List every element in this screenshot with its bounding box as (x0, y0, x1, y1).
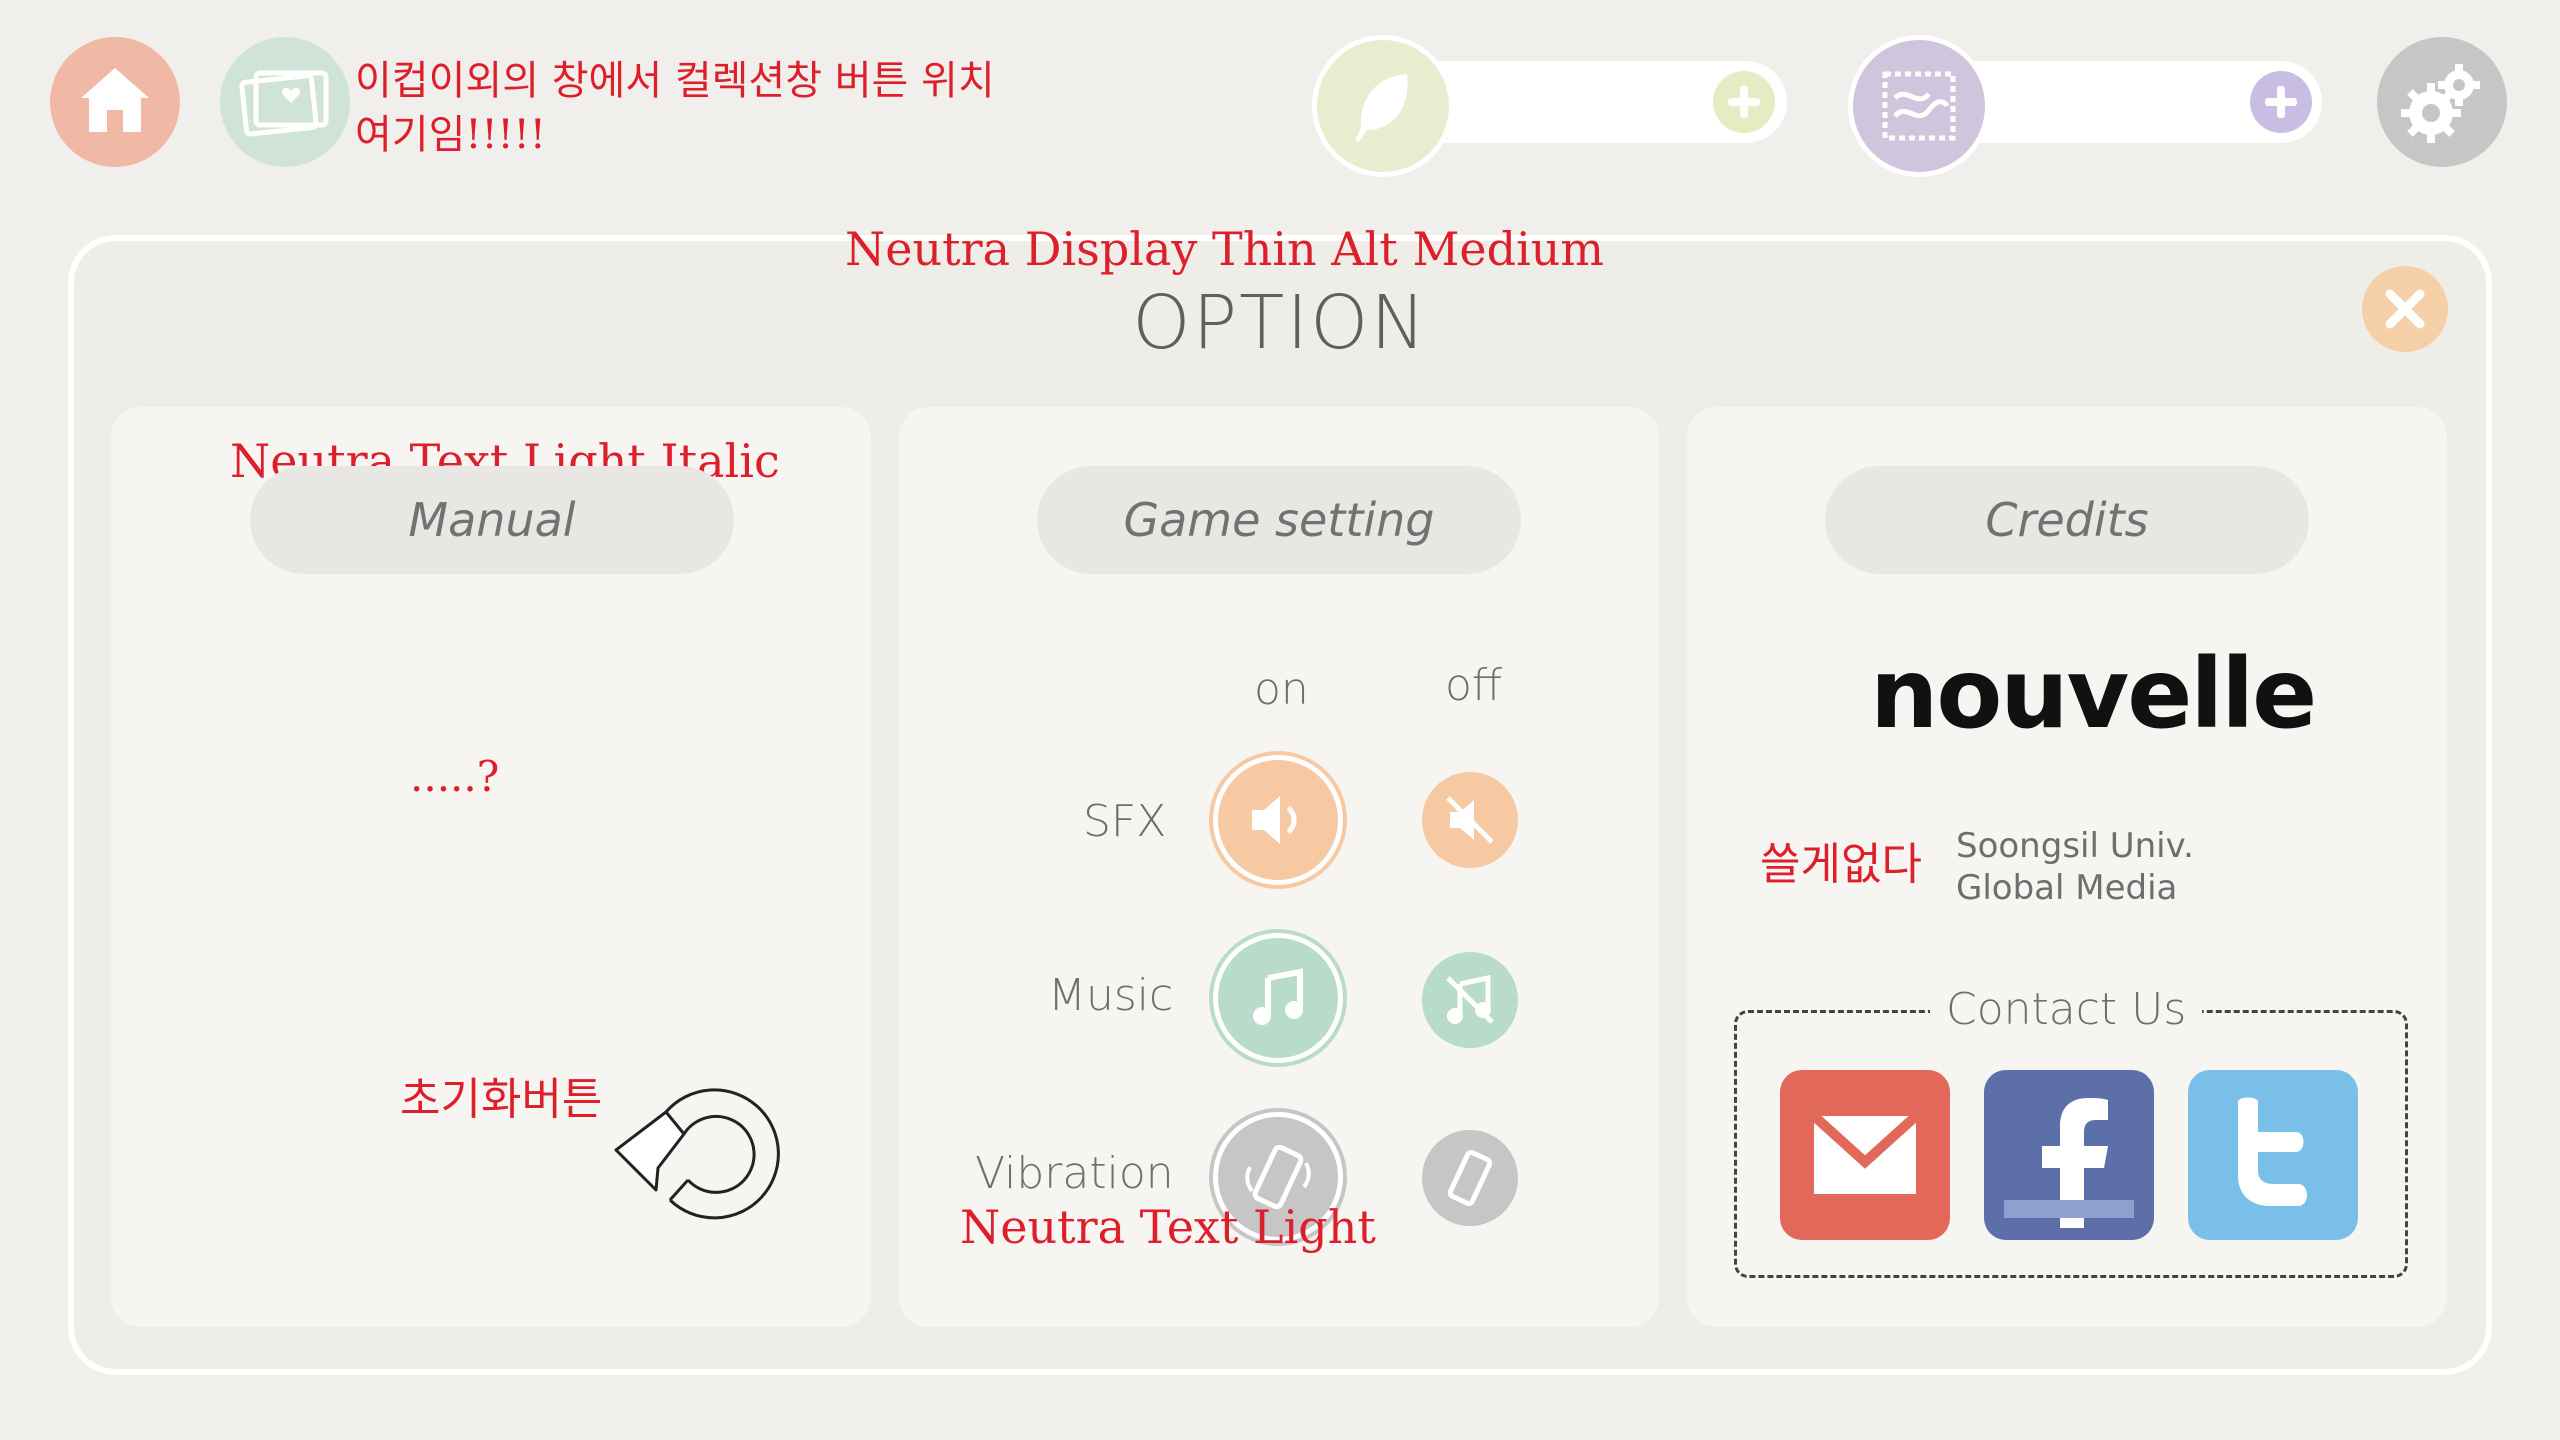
home-icon (81, 68, 149, 132)
credits-note: 쓸게없다 (1760, 839, 1922, 890)
facebook-icon (2004, 1098, 2134, 1228)
gear-icon (2401, 64, 2480, 143)
email-button[interactable] (1780, 1070, 1950, 1240)
mute-icon (1446, 796, 1494, 844)
close-button[interactable] (2362, 266, 2448, 352)
credits-button[interactable]: Credits (1825, 466, 2309, 574)
manual-button[interactable]: Manual (250, 466, 734, 574)
feather-currency-badge (1312, 35, 1454, 177)
plus-icon (1728, 86, 1760, 118)
contact-us-label: Contact Us (1930, 984, 2203, 1035)
collection-button[interactable] (220, 37, 350, 167)
game-setting-button[interactable]: Game setting (1037, 466, 1521, 574)
photo-album-icon (239, 70, 329, 137)
sfx-label: SFX (1083, 796, 1167, 847)
off-column-label: off (1445, 660, 1503, 711)
vibration-off-toggle[interactable] (1422, 1130, 1518, 1226)
add-feather-button[interactable] (1713, 71, 1775, 133)
sfx-off-toggle[interactable] (1422, 772, 1518, 868)
twitter-button[interactable] (2188, 1070, 2358, 1240)
close-icon (2385, 289, 2425, 329)
music-note-icon (1253, 968, 1303, 1025)
plus-icon (2265, 86, 2297, 118)
facebook-button[interactable] (1984, 1070, 2154, 1240)
music-off-toggle[interactable] (1422, 952, 1518, 1048)
reset-icon (614, 1088, 780, 1220)
reset-button[interactable] (610, 1072, 780, 1222)
on-column-label: on (1254, 664, 1309, 715)
music-on-toggle[interactable] (1218, 938, 1338, 1058)
home-button[interactable] (50, 37, 180, 167)
org-line2: Global Media (1956, 868, 2178, 908)
music-label: Music (1048, 970, 1174, 1021)
stamp-currency-badge (1848, 35, 1990, 177)
feather-icon (1355, 74, 1408, 142)
music-mute-icon (1446, 974, 1494, 1024)
phone-icon (1448, 1149, 1492, 1207)
vibration-label: Vibration (975, 1148, 1174, 1199)
nouvelle-logo: nouvelle (1870, 638, 2317, 750)
collection-note-line2: 여기임!!!!! (355, 112, 546, 158)
speaker-icon (1252, 796, 1297, 844)
settings-button[interactable] (2377, 37, 2507, 167)
email-icon (1810, 1112, 1920, 1194)
sfx-on-toggle[interactable] (1218, 760, 1338, 880)
twitter-icon (2238, 1097, 2307, 1206)
manual-question-note: .....? (410, 752, 500, 801)
game-setting-font-note: Neutra Text Light (960, 1200, 1376, 1254)
collection-note-line1: 이컵이외의 창에서 컬렉션창 버튼 위치 (355, 58, 995, 104)
title-font-note: Neutra Display Thin Alt Medium (845, 222, 1605, 276)
org-line1: Soongsil Univ. (1956, 826, 2194, 866)
stamp-icon (1882, 71, 1956, 141)
add-stamp-button[interactable] (2250, 71, 2312, 133)
reset-note: 초기화버튼 (400, 1074, 603, 1125)
page-title: OPTION (1132, 280, 1428, 366)
